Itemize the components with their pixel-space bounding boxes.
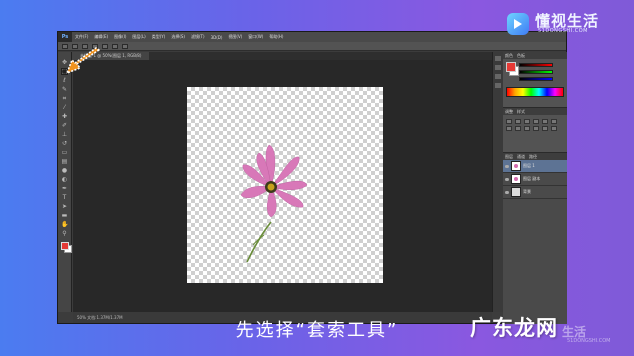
path-select-tool-icon[interactable]: ➤ <box>61 203 68 210</box>
healing-tool-icon[interactable]: ✚ <box>61 113 68 120</box>
brightness-icon[interactable] <box>506 119 512 124</box>
layer-row[interactable]: 图层 副本 <box>503 173 567 186</box>
stamp-tool-icon[interactable]: ⊥ <box>61 131 68 138</box>
layer-thumbnail <box>511 187 521 197</box>
menu-3d[interactable]: 3D(D) <box>208 35 226 40</box>
options-bar <box>58 42 566 51</box>
document-canvas[interactable] <box>187 87 383 283</box>
workspace-area <box>73 60 492 313</box>
eraser-tool-icon[interactable]: ▭ <box>61 149 68 156</box>
tab-layers[interactable]: 图层 <box>505 154 513 160</box>
brand-logo-icon <box>507 13 529 35</box>
tutorial-arrow-icon <box>63 47 103 83</box>
pen-tool-icon[interactable]: ✒ <box>61 185 68 192</box>
layer-row[interactable]: 背景 <box>503 186 567 199</box>
balance-icon[interactable] <box>506 126 512 131</box>
curves-icon[interactable] <box>524 119 530 124</box>
menu-image[interactable]: 图像(I) <box>111 34 129 40</box>
tab-color[interactable]: 颜色 <box>505 53 513 59</box>
menu-bar: Ps 文件(F) 编辑(E) 图像(I) 图层(L) 类型(Y) 选择(S) 滤… <box>58 32 566 42</box>
menu-file[interactable]: 文件(F) <box>72 34 91 40</box>
tab-paths[interactable]: 路径 <box>529 154 537 160</box>
zoom-tool-icon[interactable]: ⚲ <box>61 230 68 237</box>
menu-edit[interactable]: 编辑(E) <box>91 34 111 40</box>
bw-icon[interactable] <box>515 126 521 131</box>
brand-subtitle: 51DONGSHI.COM <box>538 28 589 34</box>
right-panels: 颜色 色板 调整 样式 图层 通道 路径 图层 1 图层 副本 背景 <box>503 52 567 324</box>
panel-foreground-swatch[interactable] <box>506 62 516 72</box>
crop-tool-icon[interactable]: ⌗ <box>61 95 68 102</box>
channel-mixer-icon[interactable] <box>533 126 539 131</box>
tab-adjustments[interactable]: 调整 <box>505 109 513 115</box>
green-slider[interactable] <box>519 70 553 74</box>
quick-select-tool-icon[interactable]: ✎ <box>61 86 68 93</box>
tab-swatches[interactable]: 色板 <box>517 53 525 59</box>
exposure-icon[interactable] <box>533 119 539 124</box>
layers-panel: 图层 通道 路径 图层 1 图层 副本 背景 <box>503 153 567 324</box>
layer-thumbnail <box>511 174 521 184</box>
tools-panel: ✥ ⬚ ℓ ✎ ⌗ ⁄ ✚ ✐ ⊥ ↺ ▭ ▤ ● ◐ ✒ T ➤ ▬ ✋ ⚲ <box>58 52 72 312</box>
photoshop-window: Ps 文件(F) 编辑(E) 图像(I) 图层(L) 类型(Y) 选择(S) 滤… <box>57 31 567 324</box>
properties-panel-icon[interactable] <box>495 65 501 70</box>
layer-thumbnail <box>511 161 521 171</box>
invert-icon[interactable] <box>551 126 557 131</box>
option-antialias-checkbox[interactable] <box>112 43 118 49</box>
layer-name: 背景 <box>523 189 531 194</box>
blur-tool-icon[interactable]: ● <box>61 167 68 174</box>
eye-icon[interactable] <box>505 190 509 194</box>
brush-tool-icon[interactable]: ✐ <box>61 122 68 129</box>
lookup-icon[interactable] <box>542 126 548 131</box>
tab-styles[interactable]: 样式 <box>517 109 525 115</box>
eye-icon[interactable] <box>505 177 509 181</box>
color-panel-tabs: 颜色 色板 <box>503 52 567 59</box>
history-brush-tool-icon[interactable]: ↺ <box>61 140 68 147</box>
photoshop-logo: Ps <box>58 32 72 42</box>
levels-icon[interactable] <box>515 119 521 124</box>
menu-type[interactable]: 类型(Y) <box>149 34 169 40</box>
watermark-main: 广东龙网 <box>470 316 558 340</box>
eyedropper-tool-icon[interactable]: ⁄ <box>61 104 68 111</box>
color-spectrum[interactable] <box>506 87 564 97</box>
color-swatches[interactable] <box>60 242 72 253</box>
hand-tool-icon[interactable]: ✋ <box>61 221 68 228</box>
document-tab-bar: 未标题-1 @ 50%(图层 1, RGB/8) <box>72 52 492 60</box>
adjust-panel-tabs: 调整 样式 <box>503 108 567 115</box>
photo-filter-icon[interactable] <box>524 126 530 131</box>
blue-slider[interactable] <box>519 77 553 81</box>
layer-row[interactable]: 图层 1 <box>503 160 567 173</box>
red-slider[interactable] <box>519 63 553 67</box>
type-tool-icon[interactable]: T <box>61 194 68 201</box>
menu-select[interactable]: 选择(S) <box>168 34 188 40</box>
layer-name: 图层 副本 <box>523 176 541 181</box>
menu-layer[interactable]: 图层(L) <box>129 34 148 40</box>
menu-view[interactable]: 视图(V) <box>225 34 245 40</box>
flower-image <box>240 144 308 263</box>
vibrance-icon[interactable] <box>542 119 548 124</box>
layer-name: 图层 1 <box>523 163 535 168</box>
adjustments-panel: 调整 样式 <box>503 108 567 153</box>
dodge-tool-icon[interactable]: ◐ <box>61 176 68 183</box>
watermark-url: 51DONGSHI.COM <box>567 338 611 344</box>
option-refine-edge-button[interactable] <box>122 43 128 49</box>
gradient-tool-icon[interactable]: ▤ <box>61 158 68 165</box>
menu-help[interactable]: 帮助(H) <box>266 34 286 40</box>
history-panel-icon[interactable] <box>495 56 501 61</box>
menu-filter[interactable]: 滤镜(T) <box>188 34 208 40</box>
shape-tool-icon[interactable]: ▬ <box>61 212 68 219</box>
tab-channels[interactable]: 通道 <box>517 154 525 160</box>
adjustment-icons <box>503 115 567 135</box>
foreground-color-swatch[interactable] <box>60 242 69 250</box>
menu-window[interactable]: 窗口(W) <box>245 34 266 40</box>
eye-icon[interactable] <box>505 164 509 168</box>
hue-icon[interactable] <box>551 119 557 124</box>
layers-panel-tabs: 图层 通道 路径 <box>503 153 567 160</box>
color-panel: 颜色 色板 <box>503 52 567 108</box>
character-panel-icon[interactable] <box>495 74 501 79</box>
paragraph-panel-icon[interactable] <box>495 83 501 88</box>
